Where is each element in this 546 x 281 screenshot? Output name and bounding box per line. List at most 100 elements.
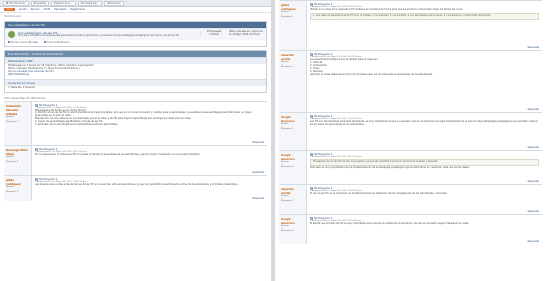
post: mauricio arville Novato ☆ Mensajes: 3 Re… [279, 50, 542, 112]
author-name[interactable]: mauricio arville [281, 53, 304, 61]
board-last-post: Último mensaje por: Ingmocha en 10 Mayo … [229, 30, 263, 37]
post-text: El aporte que brindan las TIC es muy imp… [310, 222, 469, 225]
author-post-count: Mensajes: 4 [281, 230, 294, 233]
post-body: Re:Pregunta 1 « Respuesta #7 en: Mayo 29… [307, 151, 542, 184]
post-author-panel: Sergio Guerrero Novato ☆ Mensajes: 4 [279, 113, 307, 150]
post-text: Mis experiencias frente al uso de las TI… [35, 108, 253, 127]
post-body: Re:Pregunta 1 « Respuesta #3 en: Mayo 28… [32, 176, 267, 201]
post-body: Re:Pregunta 1 « Respuesta #5 en: Mayo 29… [307, 51, 542, 112]
legend-subboards: Foros de Moderación [44, 41, 70, 44]
post: Sergio Guerrero Novato ☆ Mensajes: 4 Re:… [279, 214, 542, 244]
post-author-panel: mauricio arville Novato ☆ Mensajes: 3 [279, 185, 307, 214]
post-body: Re:Pregunta 1 « Respuesta #1 en: Mayo 28… [32, 102, 267, 145]
browser-tab-bar: Foro Educación Novedades Pregunta de la … [0, 0, 271, 7]
nav-messages[interactable]: Mensajes [54, 8, 66, 11]
nav-help[interactable]: Ayuda [19, 8, 27, 11]
post: mauricio arville Novato ☆ Mensajes: 3 Re… [279, 184, 542, 214]
post: Sebastián Morales Villalba Novato ☆ Mens… [4, 100, 267, 145]
author-post-count: Mensajes: 4 [281, 166, 294, 169]
post-text: Las TIC son herramientas para todo estud… [310, 120, 538, 126]
board-description: Foro para compartir las experiencias gen… [18, 34, 180, 37]
quote-button[interactable]: Respuesta [253, 171, 264, 174]
author-name[interactable]: Sergio Guerrero [281, 153, 304, 161]
last-post-date: en 10 Mayo 2016, 05:43 pm [229, 32, 260, 36]
legend-square-icon [8, 41, 10, 43]
post-text: Todo esto es muy importante para la impl… [310, 165, 470, 169]
board-stats: 20 Mensajes 4 Temas [200, 30, 226, 37]
right-forum-window: gilles rodriguez Novato ☆ Mensajes: 2 Re… [275, 0, 546, 281]
post-author-panel: Sergio Guerrero Novato ☆ Mensajes: 4 [279, 151, 307, 184]
quote-button[interactable]: Respuesta [528, 180, 539, 183]
legend-square-icon [44, 41, 47, 43]
post-body: Re:Pregunta 1 « Respuesta #4 en: Mayo 29… [307, 1, 542, 50]
author-name[interactable]: mauricio arville [281, 187, 304, 195]
browser-tab[interactable]: Foro Educación [3, 0, 29, 6]
post-text: En mi experiencia, al utilizar las TIC e… [35, 152, 201, 156]
author-post-count: Mensajes: 2 [281, 16, 294, 19]
board-row: Uso pedagógico de las TIC Foro para comp… [5, 28, 266, 40]
author-post-count: Mensajes: 4 [6, 160, 19, 163]
post: gilles rodriguez Novato ☆ Mensajes: 2 Re… [279, 0, 542, 50]
quote-button[interactable]: Respuesta [528, 46, 539, 49]
author-post-count: Mensajes: 3 [6, 120, 19, 123]
post-author-panel: Sergio Guerrero Novato ☆ Mensajes: 4 [279, 215, 307, 244]
info-center: Foro Educación - Centro de Información E… [4, 50, 267, 93]
nav-profile[interactable]: Perfil [44, 8, 51, 11]
author-name[interactable]: gilles rodriguez [281, 3, 304, 11]
quote-button[interactable]: Respuesta [528, 108, 539, 111]
quoted-text: 1. Una clase mi experiencia la de TIC tu… [310, 12, 539, 20]
more-stats-link[interactable]: [Más Estadísticas] [8, 73, 263, 77]
board-topics-count: 4 Temas [209, 32, 219, 36]
nav-search[interactable]: Buscar [31, 8, 40, 11]
breadcrumb[interactable]: Foro Educación [0, 13, 271, 20]
post-text: El uso de las TIC en la educación es fun… [310, 192, 448, 195]
post-author-panel: mauricio arville Novato ☆ Mensajes: 3 [279, 51, 307, 112]
post-body: Re:Pregunta 1 « Respuesta #9 en: Mayo 29… [307, 215, 542, 244]
nav-home[interactable]: Inicio [4, 8, 15, 11]
author-name[interactable]: Sergio Guerrero [281, 217, 304, 225]
author-post-count: Mensajes: 3 [281, 200, 294, 203]
browser-tab[interactable]: Participación [103, 0, 124, 6]
author-post-count: Mensajes: 4 [281, 128, 294, 131]
post: Sergio Guerrero Novato ☆ Mensajes: 4 Re:… [279, 112, 542, 150]
post: Domingo Miño Mejía Novato ☆ Mensajes: 4 … [4, 144, 267, 175]
author-post-count: Mensajes: 2 [6, 190, 19, 193]
post: Sergio Guerrero Novato ☆ Mensajes: 4 Re:… [279, 150, 542, 184]
quote-button[interactable]: Respuesta [528, 210, 539, 213]
post-author-panel: Sebastián Morales Villalba Novato ☆ Mens… [4, 101, 32, 145]
left-forum-window: Foro Educación Novedades Pregunta de la … [0, 0, 271, 281]
board-status-icon [8, 31, 15, 38]
author-name[interactable]: Sergio Guerrero [281, 115, 304, 123]
author-post-count: Mensajes: 3 [281, 66, 294, 69]
post-author-panel: gilles rodriguez Novato ☆ Mensajes: 2 [4, 175, 32, 201]
nav-register[interactable]: Registrarse [70, 8, 85, 11]
post-author-panel: gilles rodriguez Novato ☆ Mensajes: 2 [279, 1, 307, 50]
browser-tab[interactable]: Tecnología edu... [77, 0, 102, 6]
browser-tab[interactable]: Pregunta de la ... [50, 0, 76, 6]
post-meta: « Respuesta #7 en: Mayo 29, 2020, 01:20:… [310, 156, 364, 158]
post: gilles rodriguez Novato ☆ Mensajes: 2 Re… [4, 174, 267, 201]
board-category: Uso pedagógico de las TIC Uso pedagógico… [4, 21, 267, 47]
tab-icon [6, 2, 8, 4]
author-name[interactable]: Domingo Miño Mejía [6, 148, 29, 156]
stats-title: Estadísticas SMF [5, 57, 266, 64]
post-text: Utilizar en la clase de la asignatura TI… [310, 8, 463, 11]
stats-body: 69 Mensajes en 9 temas por 18 miembros. … [5, 64, 266, 79]
online-body: 1 Visitantes, 0 Usuarios [8, 85, 36, 89]
post-body: Re:Pregunta 1 « Respuesta #2 en: Mayo 28… [32, 146, 267, 175]
quote-button[interactable]: Respuesta [253, 197, 264, 200]
browser-tab[interactable]: Novedades [30, 0, 49, 6]
post-text: Los aspectos tecnológicos que se utiliza… [310, 58, 433, 76]
quote-button[interactable]: Respuesta [253, 141, 264, 144]
online-title: Usuarios en Línea [5, 78, 266, 86]
author-name[interactable]: gilles rodriguez [6, 178, 29, 186]
quote-button[interactable]: Respuesta [528, 146, 539, 149]
legend-new: No hay nuevos Mensajes [8, 41, 38, 44]
post-author-panel: Domingo Miño Mejía Novato ☆ Mensajes: 4 [4, 145, 32, 175]
quote-button[interactable]: Respuesta [528, 240, 539, 243]
post-body: Re:Pregunta 1 « Respuesta #8 en: Mayo 29… [307, 185, 542, 214]
post-text: Las experiencias vividas a través del us… [35, 182, 239, 186]
post-body: Re:Pregunta 1 « Respuesta #6 en: Mayo 29… [307, 113, 542, 150]
author-name[interactable]: Sebastián Morales Villalba [6, 104, 29, 116]
board-legend: No hay nuevos Mensajes Foros de Moderaci… [5, 40, 266, 46]
